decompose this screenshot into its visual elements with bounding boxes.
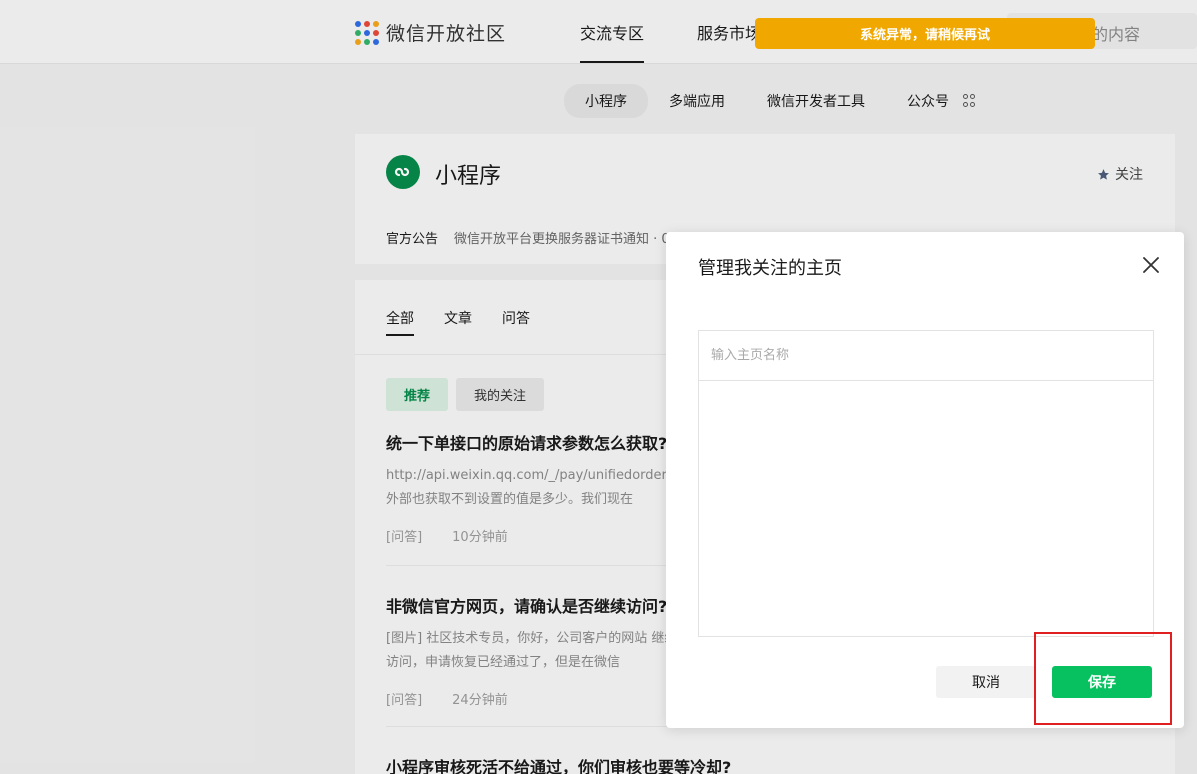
cancel-button[interactable]: 取消 <box>936 666 1036 698</box>
error-toast: 系统异常，请稍候再试 <box>755 18 1095 49</box>
page-name-input[interactable] <box>699 331 1153 381</box>
pages-selector <box>698 330 1154 637</box>
pages-list-area <box>699 381 1153 636</box>
close-icon[interactable] <box>1140 254 1162 276</box>
dialog-title: 管理我关注的主页 <box>698 258 842 279</box>
save-button-highlight <box>1034 632 1172 725</box>
